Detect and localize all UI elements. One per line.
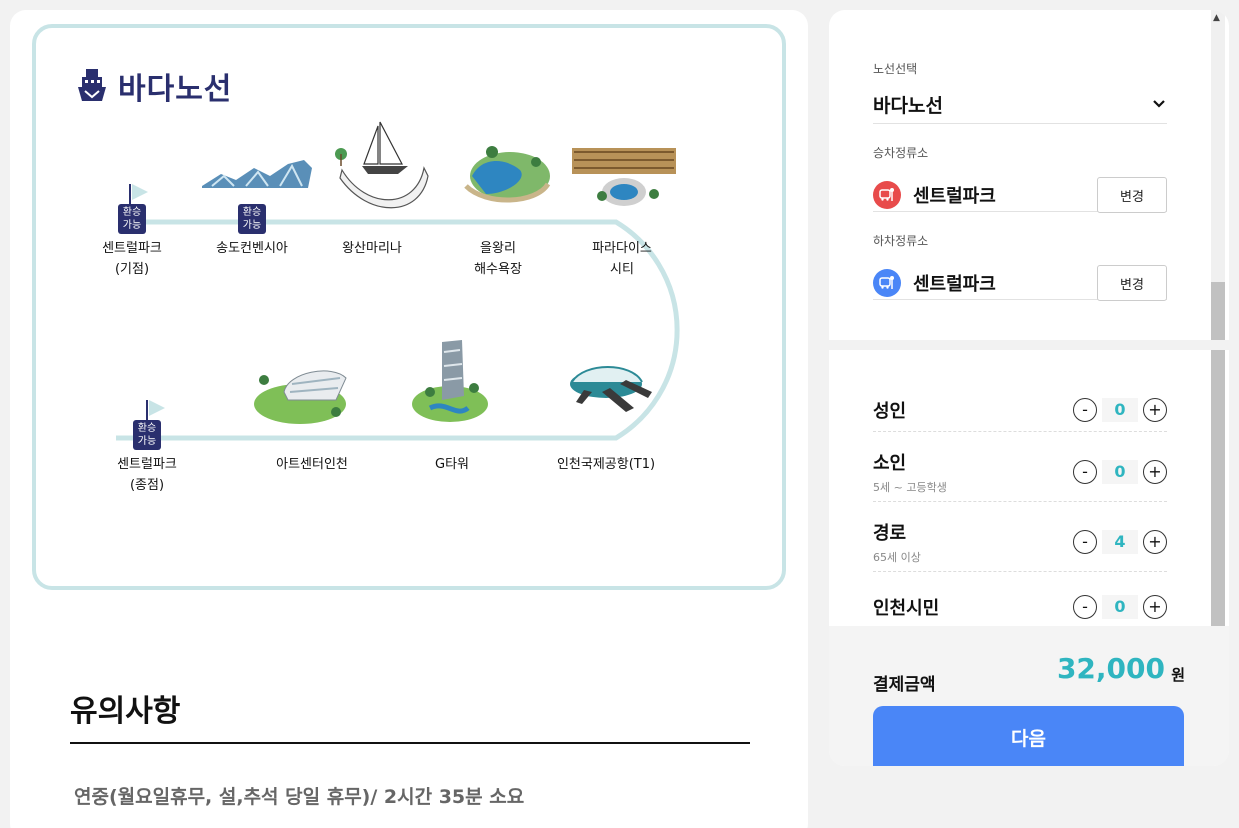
passenger-row: 경로 65세 이상 -4 + xyxy=(873,512,1167,572)
payment-unit: 원 xyxy=(1171,666,1185,684)
marina-landmark-icon xyxy=(335,121,429,209)
route-stop-label: 센트럴파크 (종점) xyxy=(117,457,177,493)
chevron-down-icon xyxy=(1153,100,1165,108)
alighting-stop-label: 하차정류소 xyxy=(873,234,929,248)
passenger-age-range: 5세 ~ 고등학생 xyxy=(873,480,947,494)
passenger-age-range: 65세 이상 xyxy=(873,550,921,564)
notice-text: 연중(월요일휴무, 설,추석 당일 휴무)/ 2시간 35분 소요 xyxy=(74,786,525,808)
airport-landmark-icon xyxy=(570,366,652,412)
route-stop-label: 파라다이스 시티 xyxy=(592,241,652,277)
passenger-count: 4 xyxy=(1102,529,1138,554)
route-select-label: 노선선택 xyxy=(873,62,918,76)
boarding-stop-label: 승차정류소 xyxy=(873,146,929,160)
increment-button[interactable]: + xyxy=(1143,397,1167,422)
passenger-info: 인천시민 xyxy=(873,594,939,620)
convensia-landmark-icon xyxy=(202,160,312,188)
route-stop-label: 센트럴파크 (기점) xyxy=(102,241,162,277)
scroll-thumb[interactable] xyxy=(1211,282,1225,627)
route-panel: 바다노선 환승 가능 센트럴파크 (기점) 환승 가능 송도컨벤시아 왕산마리나… xyxy=(10,10,808,828)
booking-panel: ▲ 노선선택 바다노선 승차정류소 센트럴파크 변경 하차정류소 센트럴파크 변… xyxy=(829,10,1229,766)
route-select[interactable]: 바다노선 xyxy=(873,87,1167,121)
route-stop-label: 을왕리 해수욕장 xyxy=(474,241,522,277)
scroll-up-icon[interactable]: ▲ xyxy=(1213,13,1220,23)
bus-stop-icon xyxy=(873,181,901,209)
passenger-type: 소인 xyxy=(873,452,907,474)
section-divider xyxy=(829,340,1229,350)
passenger-count: 0 xyxy=(1102,397,1138,422)
route-select-field: 노선선택 바다노선 xyxy=(873,60,1167,124)
boarding-stop-name: 센트럴파크 xyxy=(913,186,996,207)
notice-title: 유의사항 xyxy=(70,694,181,729)
passenger-row: 성인 -0 + xyxy=(873,388,1167,432)
route-select-value: 바다노선 xyxy=(873,94,943,117)
passenger-count: 0 xyxy=(1102,594,1138,619)
alighting-change-button[interactable]: 변경 xyxy=(1097,265,1167,301)
increment-button[interactable]: + xyxy=(1143,459,1167,484)
quantity-stepper: -0 + xyxy=(1073,397,1167,422)
passenger-info: 경로 65세 이상 xyxy=(873,519,921,565)
passenger-row: 인천시민 -0 + xyxy=(873,582,1167,632)
quantity-stepper: -4 + xyxy=(1073,529,1167,554)
scrollbar[interactable]: ▲ xyxy=(1211,10,1225,630)
beach-landmark-icon xyxy=(464,146,551,203)
route-stop-label: 아트센터인천 xyxy=(276,457,348,472)
paradise-city-landmark-icon xyxy=(572,148,676,206)
passenger-type: 경로 xyxy=(873,522,907,544)
payment-label: 결제금액 xyxy=(873,675,936,695)
route-stop-label: 인천국제공항(T1) xyxy=(556,457,656,472)
bus-stop-icon xyxy=(873,269,901,297)
passenger-type: 인천시민 xyxy=(873,597,940,619)
increment-button[interactable]: + xyxy=(1143,594,1167,619)
decrement-button[interactable]: - xyxy=(1073,397,1097,422)
passenger-info: 성인 xyxy=(873,397,906,423)
art-center-landmark-icon xyxy=(254,370,347,424)
route-stop-label: 송도컨벤시아 xyxy=(216,241,288,256)
alighting-stop-name: 센트럴파크 xyxy=(913,274,996,295)
quantity-stepper: -0 + xyxy=(1073,459,1167,484)
g-tower-landmark-icon xyxy=(412,340,488,422)
quantity-stepper: -0 + xyxy=(1073,594,1167,619)
route-stop-label: G타워 xyxy=(435,457,469,472)
decrement-button[interactable]: - xyxy=(1073,529,1097,554)
payment-area: 결제금액 32,000 원 다음 xyxy=(829,626,1229,766)
decrement-button[interactable]: - xyxy=(1073,594,1097,619)
passenger-type: 성인 xyxy=(873,400,907,422)
transfer-badge: 환승 가능 xyxy=(118,204,146,234)
passenger-row: 소인 5세 ~ 고등학생 -0 + xyxy=(873,442,1167,502)
route-stop-label: 왕산마리나 xyxy=(342,241,402,256)
passenger-info: 소인 5세 ~ 고등학생 xyxy=(873,449,947,495)
boarding-stop-field: 승차정류소 센트럴파크 변경 xyxy=(873,144,1167,213)
boarding-change-button[interactable]: 변경 xyxy=(1097,177,1167,213)
next-button[interactable]: 다음 xyxy=(873,706,1184,766)
route-path xyxy=(116,121,680,441)
route-map-box: 바다노선 환승 가능 센트럴파크 (기점) 환승 가능 송도컨벤시아 왕산마리나… xyxy=(32,24,786,590)
payment-amount: 32,000 xyxy=(1056,652,1165,685)
alighting-stop-field: 하차정류소 센트럴파크 변경 xyxy=(873,232,1167,301)
notice-divider xyxy=(70,742,750,744)
passenger-count: 0 xyxy=(1102,459,1138,484)
decrement-button[interactable]: - xyxy=(1073,459,1097,484)
increment-button[interactable]: + xyxy=(1143,529,1167,554)
transfer-badge: 환승 가능 xyxy=(238,204,266,234)
transfer-badge: 환승 가능 xyxy=(133,420,161,450)
